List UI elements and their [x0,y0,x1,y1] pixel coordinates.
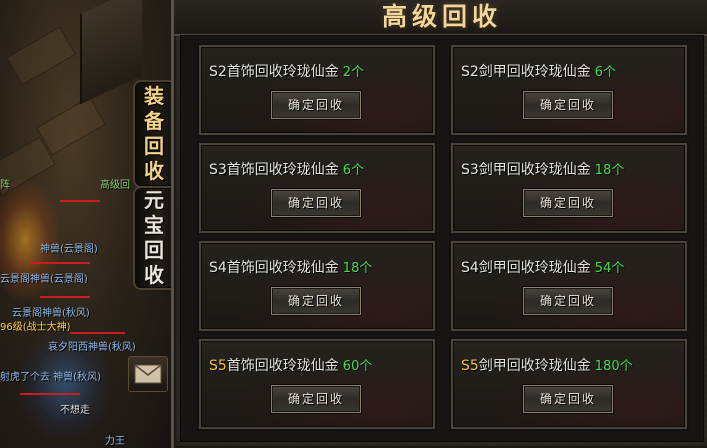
title-bar: 高级回收 [174,0,707,36]
player-name-label: 高级回 [100,180,130,191]
tier-label: S2 [461,64,479,80]
ground-tile [6,26,76,86]
player-name-label: 不想走 [60,405,90,416]
confirm-recycle-button[interactable]: 确定回收 [523,91,613,119]
card-title: S2剑甲回收玲珑仙金 6个 [461,61,679,81]
reward-count: 18个 [594,163,625,178]
hp-bar [30,262,90,264]
player-name-label: 神兽(云景阁) [40,244,98,255]
item-name: 首饰回收玲珑仙金 [226,260,339,276]
tier-label: S4 [461,260,479,276]
hp-bar [60,200,100,202]
hp-bar [40,296,90,298]
card-title: S4剑甲回收玲珑仙金 54个 [461,257,679,277]
recycle-card-s4-weapon-armor: S4剑甲回收玲珑仙金 54个 确定回收 [451,241,687,331]
envelope-icon [134,364,162,384]
player-name-label: 力王 [105,436,125,447]
confirm-recycle-button[interactable]: 确定回收 [523,189,613,217]
tier-label: S2 [209,64,227,80]
tier-label: S5 [461,358,479,374]
tab-char: 收 [144,263,164,287]
confirm-recycle-button[interactable]: 确定回收 [271,91,361,119]
tab-char: 宝 [144,213,164,237]
tab-char: 装 [144,84,164,108]
player-name-label: 96级(战士大神) [0,322,71,333]
reward-count: 18个 [342,261,373,276]
item-name: 首饰回收玲珑仙金 [226,358,339,374]
reward-count: 180个 [594,359,633,374]
card-grid: S2首饰回收玲珑仙金 2个 确定回收 S2剑甲回收玲珑仙金 6个 确定回收 S3首饰… [180,35,704,442]
player-name-label: 哀夕阳西神兽(秋风) [48,342,136,353]
recycle-card-s3-jewelry: S3首饰回收玲珑仙金 6个 确定回收 [199,143,435,233]
tab-char: 备 [144,109,164,133]
ground-tile [36,96,106,156]
reward-count: 6个 [594,65,617,80]
recycle-card-s3-weapon-armor: S3剑甲回收玲珑仙金 18个 确定回收 [451,143,687,233]
card-title: S3首饰回收玲珑仙金 6个 [209,159,427,179]
tier-label: S5 [209,358,227,374]
item-name: 首饰回收玲珑仙金 [226,162,339,178]
player-name-label: 阵 [0,180,10,191]
confirm-recycle-button[interactable]: 确定回收 [271,287,361,315]
item-name: 剑甲回收玲珑仙金 [478,64,591,80]
hp-bar [70,332,125,334]
card-title: S4首饰回收玲珑仙金 18个 [209,257,427,277]
item-name: 首饰回收玲珑仙金 [226,64,339,80]
mail-button[interactable] [128,356,168,392]
recycle-card-s5-weapon-armor: S5剑甲回收玲珑仙金 180个 确定回收 [451,339,687,429]
tier-label: S3 [209,162,227,178]
player-name-label: 射虎了个去 神兽(秋风) [0,372,101,383]
confirm-recycle-button[interactable]: 确定回收 [271,385,361,413]
reward-count: 2个 [342,65,365,80]
tab-char: 收 [144,159,164,183]
tab-char: 回 [144,134,164,158]
tier-label: S3 [461,162,479,178]
item-name: 剑甲回收玲珑仙金 [478,358,591,374]
card-title: S2首饰回收玲珑仙金 2个 [209,61,427,81]
item-name: 剑甲回收玲珑仙金 [478,162,591,178]
recycle-card-s5-jewelry: S5首饰回收玲珑仙金 60个 确定回收 [199,339,435,429]
hp-bar [20,393,80,395]
reward-count: 60个 [342,359,373,374]
tab-yuanbao-recycle[interactable]: 元 宝 回 收 [133,186,173,290]
confirm-recycle-button[interactable]: 确定回收 [523,385,613,413]
player-name-label: 云景阁神兽(秋风) [12,308,90,319]
player-name-label: 云景阁神兽(云景阁) [0,274,88,285]
confirm-recycle-button[interactable]: 确定回收 [271,189,361,217]
recycle-card-s2-weapon-armor: S2剑甲回收玲珑仙金 6个 确定回收 [451,45,687,135]
recycle-panel: 高级回收 S2首饰回收玲珑仙金 2个 确定回收 S2剑甲回收玲珑仙金 6个 确定回收… [171,0,707,448]
item-name: 剑甲回收玲珑仙金 [478,260,591,276]
reward-count: 6个 [342,163,365,178]
recycle-card-s2-jewelry: S2首饰回收玲珑仙金 2个 确定回收 [199,45,435,135]
reward-count: 54个 [594,261,625,276]
tab-char: 元 [144,188,164,212]
panel-title: 高级回收 [381,2,502,31]
recycle-card-s4-jewelry: S4首饰回收玲珑仙金 18个 确定回收 [199,241,435,331]
tab-equipment-recycle[interactable]: 装 备 回 收 [133,80,173,188]
confirm-recycle-button[interactable]: 确定回收 [523,287,613,315]
card-title: S5首饰回收玲珑仙金 60个 [209,355,427,375]
tier-label: S4 [209,260,227,276]
tab-char: 回 [144,238,164,262]
card-title: S3剑甲回收玲珑仙金 18个 [461,159,679,179]
card-title: S5剑甲回收玲珑仙金 180个 [461,355,679,375]
